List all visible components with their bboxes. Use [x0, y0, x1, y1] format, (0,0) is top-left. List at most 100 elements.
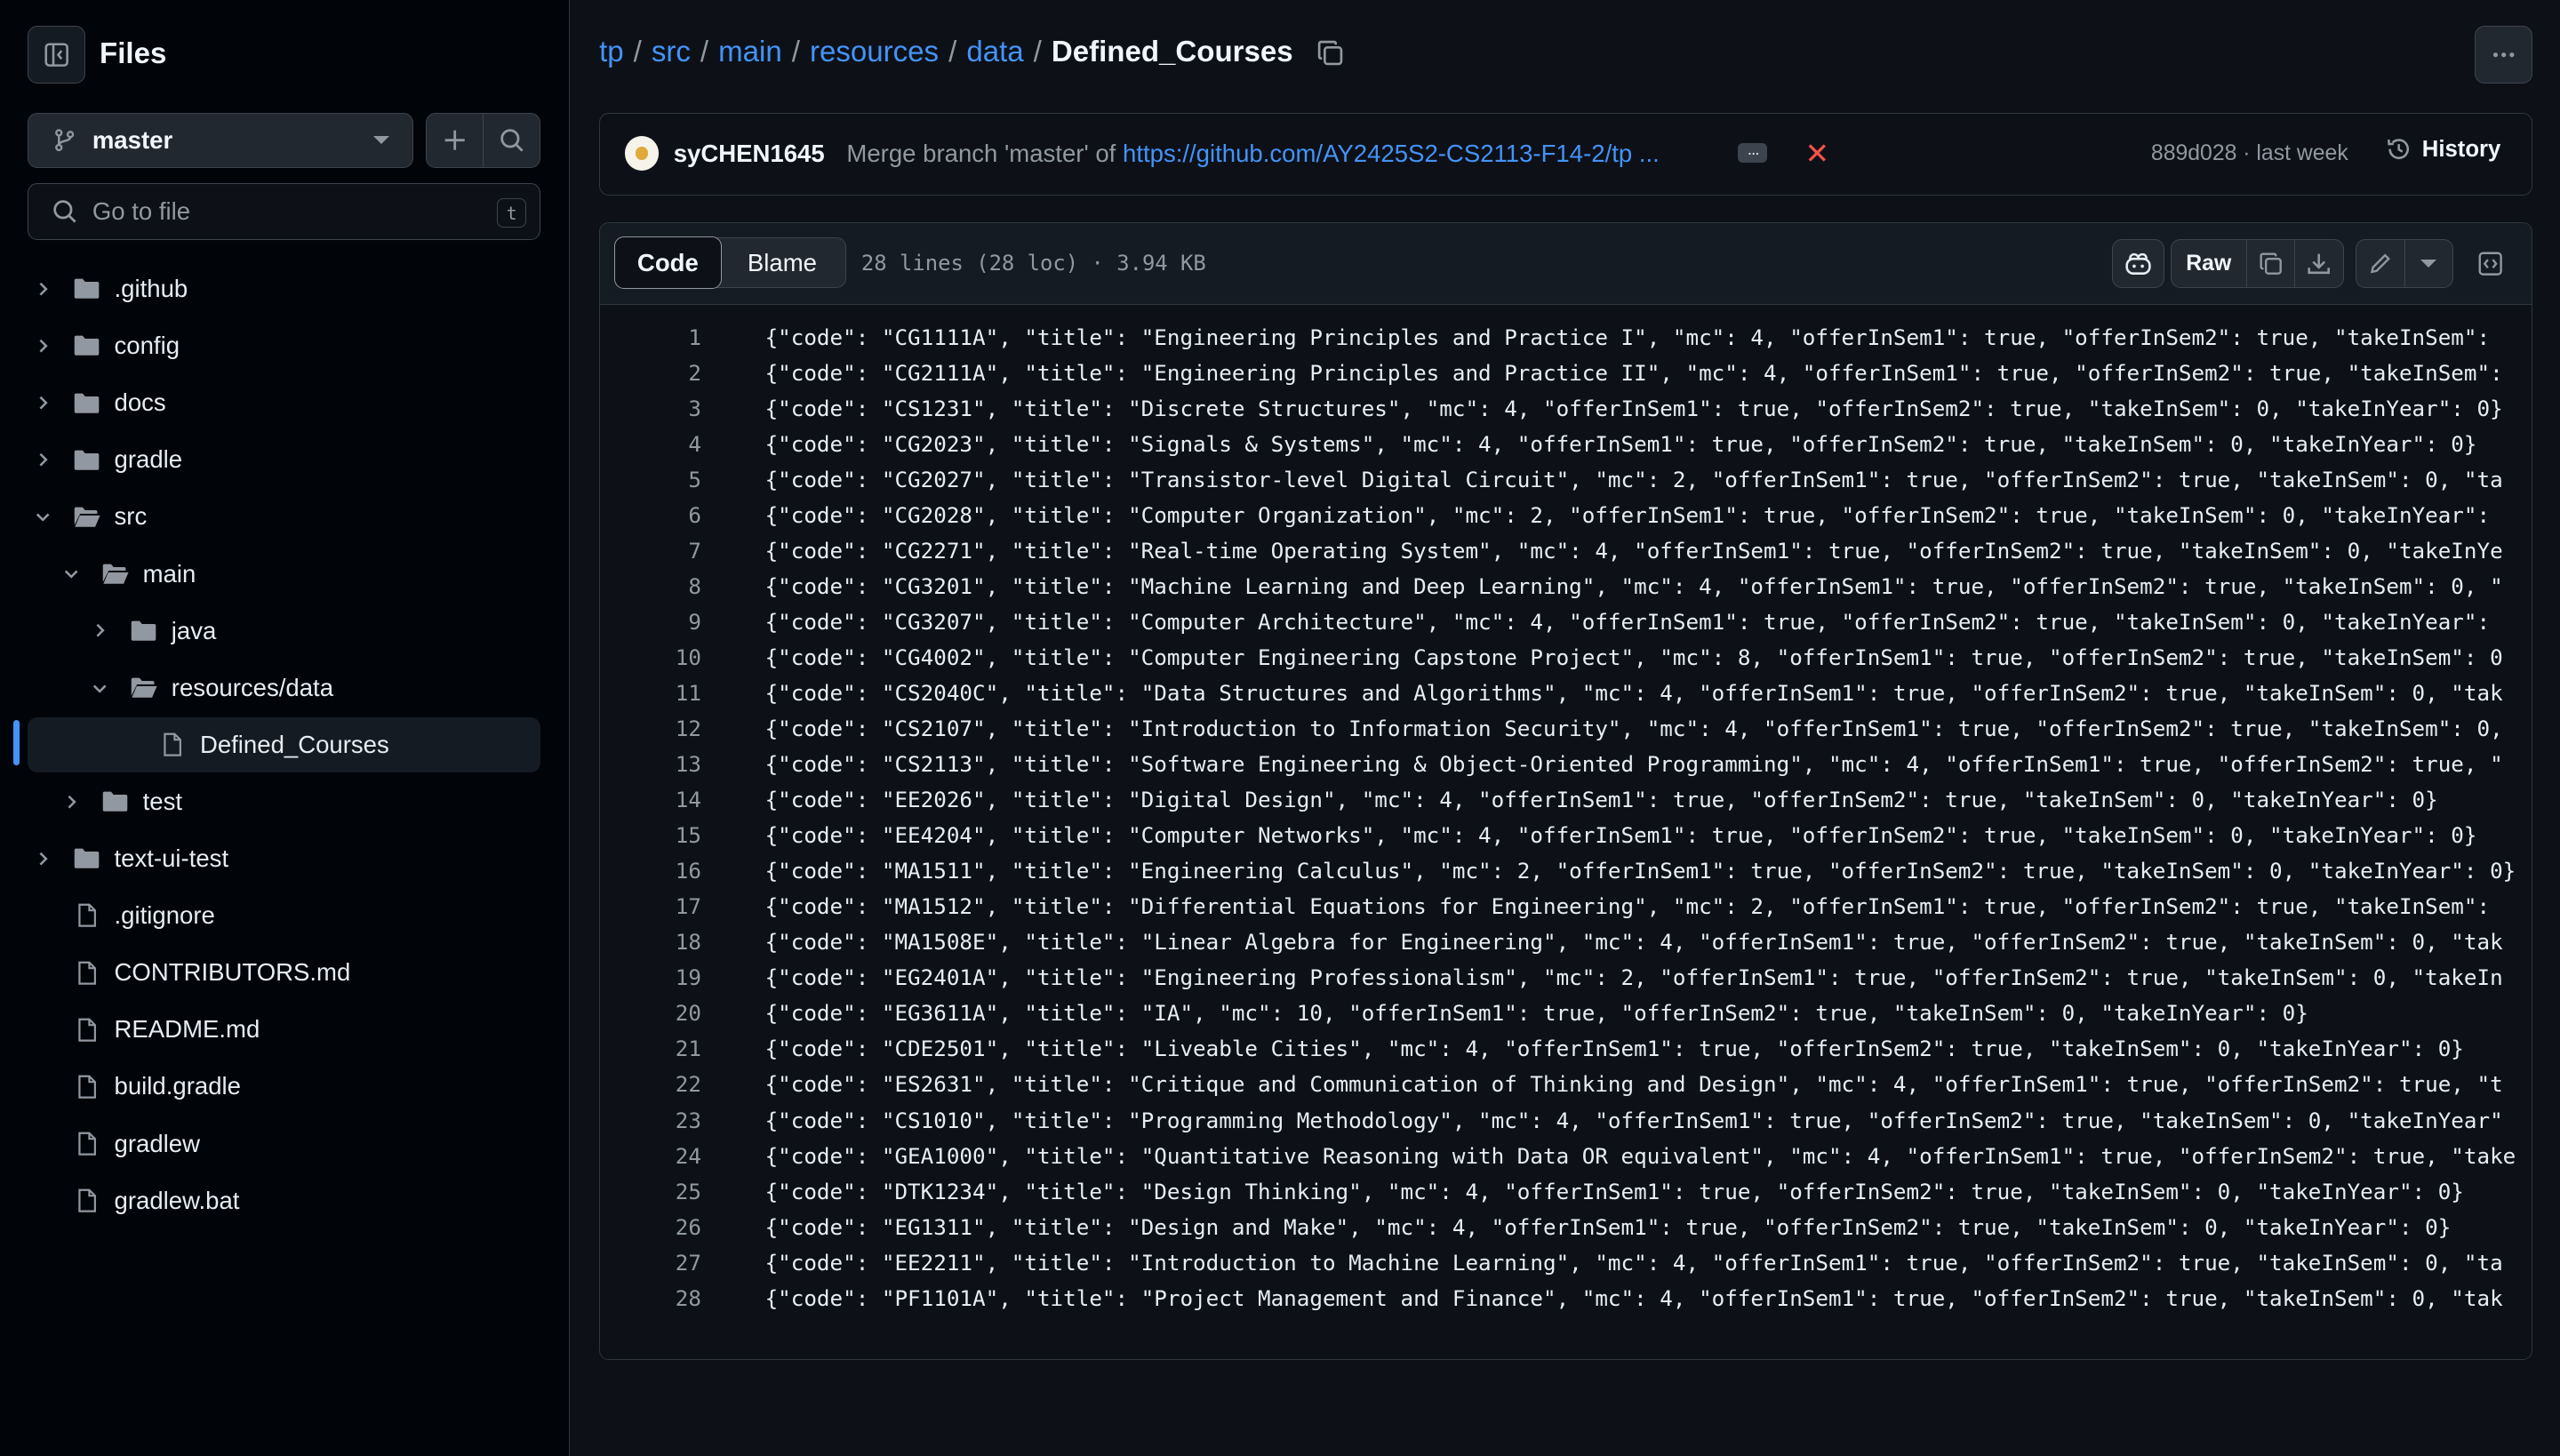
tree-folder-item[interactable]: test [28, 774, 540, 829]
line-number[interactable]: 1 [600, 324, 701, 350]
commit-author[interactable]: syCHEN1645 [674, 140, 825, 168]
tree-folder-item[interactable]: gradle [28, 432, 540, 487]
code-line[interactable]: 21 {"code": "CDE2501", "title": "Liveable… [600, 1031, 2532, 1067]
more-options-button[interactable] [2475, 26, 2532, 84]
code-line[interactable]: 24 {"code": "GEA1000", "title": "Quantita… [600, 1138, 2532, 1173]
tab-code[interactable]: Code [613, 236, 722, 290]
line-number[interactable]: 18 [600, 929, 701, 955]
branch-selector[interactable]: master [28, 112, 413, 169]
commit-sha-time[interactable]: 889d028 · last week [2151, 141, 2348, 166]
line-number[interactable]: 3 [600, 396, 701, 421]
copilot-button[interactable] [2111, 239, 2164, 289]
copy-raw-button[interactable] [2245, 240, 2295, 288]
line-number[interactable]: 6 [600, 502, 701, 528]
chevron-down-icon[interactable] [29, 504, 55, 530]
breadcrumb-link[interactable]: data [966, 36, 1023, 69]
tree-folder-item[interactable]: java [28, 603, 540, 658]
code-line[interactable]: 23 {"code": "CS1010", "title": "Programmi… [600, 1102, 2532, 1138]
line-number[interactable]: 27 [600, 1250, 701, 1276]
go-to-file-input[interactable]: Go to file t [28, 182, 540, 240]
code-line[interactable]: 8 {"code": "CG3201", "title": "Machine Le… [600, 568, 2532, 604]
code-line[interactable]: 28 {"code": "PF1101A", "title": "Project … [600, 1280, 2532, 1316]
code-line[interactable]: 7 {"code": "CG2271", "title": "Real-time … [600, 532, 2532, 568]
chevron-right-icon[interactable] [29, 332, 55, 358]
tree-file-item[interactable]: gradlew.bat [28, 1172, 540, 1228]
line-number[interactable]: 2 [600, 360, 701, 386]
line-number[interactable]: 11 [600, 680, 701, 706]
line-number[interactable]: 10 [600, 644, 701, 670]
breadcrumb-link[interactable]: src [652, 36, 691, 69]
commit-message[interactable]: Merge branch 'master' of https://github.… [846, 140, 1659, 168]
code-line[interactable]: 13 {"code": "CS2113", "title": "Software … [600, 747, 2532, 782]
code-line[interactable]: 12 {"code": "CS2107", "title": "Introduct… [600, 711, 2532, 747]
code-line[interactable]: 3 {"code": "CS1231", "title": "Discrete S… [600, 390, 2532, 426]
line-number[interactable]: 22 [600, 1071, 701, 1097]
tree-folder-item[interactable]: src [28, 489, 540, 544]
code-line[interactable]: 27 {"code": "EE2211", "title": "Introduct… [600, 1244, 2532, 1280]
line-number[interactable]: 17 [600, 893, 701, 919]
code-line[interactable]: 18 {"code": "MA1508E", "title": "Linear A… [600, 924, 2532, 960]
code-view[interactable]: 1 {"code": "CG1111A", "title": "Engineeri… [600, 306, 2532, 1359]
line-number[interactable]: 14 [600, 787, 701, 812]
line-number[interactable]: 26 [600, 1214, 701, 1240]
add-file-button[interactable] [427, 114, 483, 167]
line-number[interactable]: 12 [600, 716, 701, 741]
code-line[interactable]: 19 {"code": "EG2401A", "title": "Engineer… [600, 960, 2532, 996]
line-number[interactable]: 13 [600, 751, 701, 777]
symbols-panel-button[interactable] [2466, 239, 2515, 288]
breadcrumb-link[interactable]: resources [810, 36, 939, 69]
copy-path-button[interactable] [1316, 38, 1345, 68]
code-line[interactable]: 14 {"code": "EE2026", "title": "Digital D… [600, 782, 2532, 818]
code-line[interactable]: 10 {"code": "CG4002", "title": "Computer … [600, 639, 2532, 675]
breadcrumb-link[interactable]: main [718, 36, 782, 69]
chevron-right-icon[interactable] [29, 276, 55, 301]
history-button[interactable]: History [2386, 136, 2500, 162]
tree-file-item[interactable]: README.md [28, 1002, 540, 1057]
chevron-right-icon[interactable] [86, 618, 112, 644]
line-number[interactable]: 15 [600, 822, 701, 848]
code-line[interactable]: 25 {"code": "DTK1234", "title": "Design T… [600, 1173, 2532, 1209]
tree-folder-item[interactable]: main [28, 546, 540, 601]
chevron-right-icon[interactable] [58, 788, 84, 814]
chevron-down-icon[interactable] [58, 561, 84, 587]
download-raw-button[interactable] [2294, 240, 2343, 288]
line-number[interactable]: 8 [600, 573, 701, 599]
edit-more-dropdown[interactable] [2404, 240, 2452, 288]
chevron-down-icon[interactable] [86, 675, 112, 700]
code-line[interactable]: 26 {"code": "EG1311", "title": "Design an… [600, 1209, 2532, 1244]
line-number[interactable]: 28 [600, 1285, 701, 1311]
tree-file-item[interactable]: CONTRIBUTORS.md [28, 945, 540, 1000]
line-number[interactable]: 21 [600, 1036, 701, 1061]
code-line[interactable]: 15 {"code": "EE4204", "title": "Computer … [600, 818, 2532, 853]
chevron-right-icon[interactable] [29, 447, 55, 473]
tree-file-item[interactable]: .gitignore [28, 888, 540, 943]
line-number[interactable]: 9 [600, 609, 701, 635]
line-number[interactable]: 7 [600, 538, 701, 564]
tree-folder-item[interactable]: docs [28, 375, 540, 430]
line-number[interactable]: 24 [600, 1143, 701, 1169]
avatar[interactable] [624, 136, 660, 171]
tree-file-item[interactable]: build.gradle [28, 1059, 540, 1114]
expand-commit-message-button[interactable]: ··· [1738, 142, 1768, 163]
code-line[interactable]: 22 {"code": "ES2631", "title": "Critique … [600, 1067, 2532, 1102]
code-line[interactable]: 16 {"code": "MA1511", "title": "Engineeri… [600, 853, 2532, 889]
edit-file-button[interactable] [2356, 240, 2404, 287]
code-line[interactable]: 11 {"code": "CS2040C", "title": "Data Str… [600, 676, 2532, 711]
raw-button[interactable]: Raw [2172, 240, 2246, 287]
code-line[interactable]: 9 {"code": "CG3207", "title": "Computer A… [600, 604, 2532, 639]
chevron-right-icon[interactable] [29, 390, 55, 416]
commit-message-link[interactable]: https://github.com/AY2425S2-CS2113-F14-2… [1123, 140, 1660, 167]
tree-folder-item[interactable]: config [28, 318, 540, 373]
tree-folder-item[interactable]: text-ui-test [28, 831, 540, 886]
code-line[interactable]: 17 {"code": "MA1512", "title": "Different… [600, 889, 2532, 924]
search-button[interactable] [483, 113, 540, 168]
code-line[interactable]: 5 {"code": "CG2027", "title": "Transistor… [600, 461, 2532, 497]
tree-folder-item[interactable]: resources/data [28, 660, 540, 716]
code-line[interactable]: 2 {"code": "CG2111A", "title": "Engineeri… [600, 355, 2532, 390]
line-number[interactable]: 4 [600, 431, 701, 457]
tree-file-item[interactable]: Defined_Courses [28, 716, 540, 773]
line-number[interactable]: 16 [600, 858, 701, 884]
code-line[interactable]: 20 {"code": "EG3611A", "title": "IA", "mc… [600, 996, 2532, 1031]
line-number[interactable]: 5 [600, 467, 701, 492]
line-number[interactable]: 19 [600, 964, 701, 990]
